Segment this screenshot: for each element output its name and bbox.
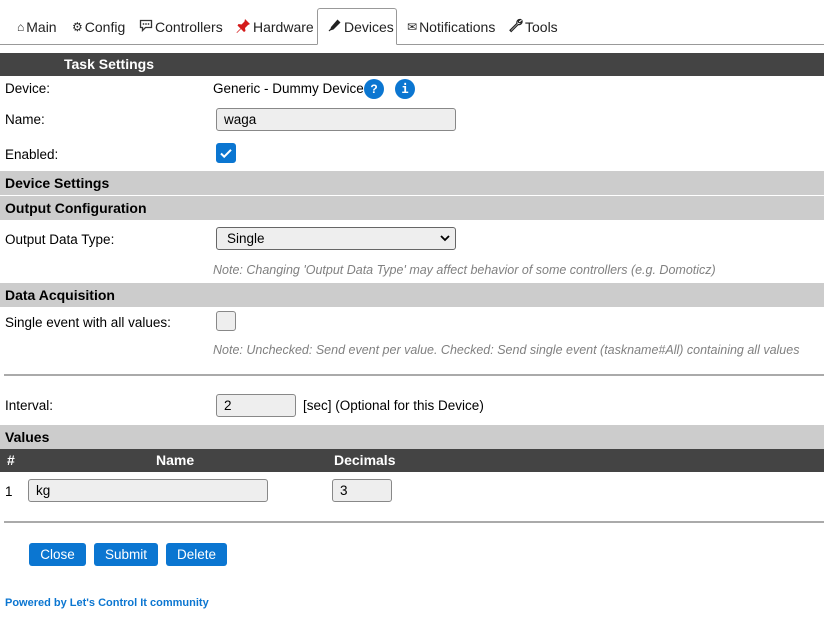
tab-label: Config	[84, 18, 126, 35]
interval-label: Interval:	[5, 398, 54, 413]
values-table-header: # Name Decimals	[0, 449, 824, 472]
device-label: Device:	[5, 81, 51, 96]
column-header-index: #	[7, 452, 15, 468]
name-label: Name:	[5, 112, 45, 127]
pushpin-icon	[236, 18, 251, 36]
interval-suffix: [sec] (Optional for this Device)	[303, 398, 484, 413]
single-event-label: Single event with all values:	[5, 315, 171, 330]
tab-label: Controllers	[155, 18, 223, 35]
footer-link[interactable]: Powered by Let's Control It community	[5, 597, 209, 609]
delete-button[interactable]: Delete	[166, 543, 227, 566]
tab-hardware[interactable]: Hardware	[235, 8, 315, 44]
enabled-checkbox[interactable]	[216, 143, 236, 163]
divider	[4, 374, 824, 376]
column-header-decimals: Decimals	[334, 452, 396, 468]
tab-label: Main	[26, 18, 57, 35]
envelope-icon: ✉	[407, 19, 418, 34]
tab-label: Tools	[525, 18, 558, 35]
tab-devices[interactable]: Devices	[317, 8, 397, 45]
output-config-header: Output Configuration	[0, 196, 824, 220]
home-icon: ⌂	[17, 19, 25, 34]
tab-notifications[interactable]: ✉ Notifications	[406, 8, 496, 44]
tab-controllers[interactable]: Controllers	[138, 8, 226, 44]
info-icon[interactable]: i	[395, 79, 415, 99]
chat-icon	[139, 19, 153, 35]
gear-icon: ⚙	[72, 19, 83, 34]
values-header: Values	[0, 425, 824, 449]
single-event-checkbox[interactable]	[216, 311, 236, 331]
device-settings-header: Device Settings	[0, 171, 824, 195]
value-decimals-input[interactable]: 3	[332, 479, 392, 502]
output-data-type-select[interactable]: Single	[216, 227, 456, 250]
help-icon[interactable]: ?	[364, 79, 384, 99]
output-data-type-value: Single	[227, 231, 265, 246]
tab-tools[interactable]: Tools	[507, 8, 559, 44]
single-event-note: Note: Unchecked: Send event per value. C…	[213, 343, 800, 357]
close-button[interactable]: Close	[29, 543, 86, 566]
interval-input[interactable]: 2	[216, 394, 296, 417]
output-data-type-label: Output Data Type:	[5, 232, 115, 247]
tab-main[interactable]: ⌂ Main	[16, 8, 60, 44]
enabled-label: Enabled:	[5, 147, 59, 162]
tab-bar: ⌂ Main ⚙ Config Controllers Hardware Dev…	[0, 0, 824, 45]
column-header-name: Name	[156, 452, 195, 468]
divider	[4, 521, 824, 523]
device-value: Generic - Dummy Device	[213, 81, 364, 96]
task-settings-header: Task Settings	[0, 53, 824, 76]
tab-label: Devices	[344, 18, 394, 35]
data-acquisition-header: Data Acquisition	[0, 283, 824, 307]
checkmark-icon	[220, 149, 232, 159]
tab-config[interactable]: ⚙ Config	[71, 8, 127, 44]
chevron-down-icon	[440, 235, 450, 242]
output-data-type-note: Note: Changing 'Output Data Type' may af…	[213, 263, 716, 277]
pen-icon	[328, 18, 342, 35]
row-index: 1	[5, 484, 13, 499]
name-input[interactable]: waga	[216, 108, 456, 131]
tab-label: Hardware	[253, 18, 314, 35]
tab-label: Notifications	[419, 18, 496, 35]
value-name-input[interactable]: kg	[28, 479, 268, 502]
submit-button[interactable]: Submit	[94, 543, 158, 566]
wrench-icon	[508, 18, 523, 36]
